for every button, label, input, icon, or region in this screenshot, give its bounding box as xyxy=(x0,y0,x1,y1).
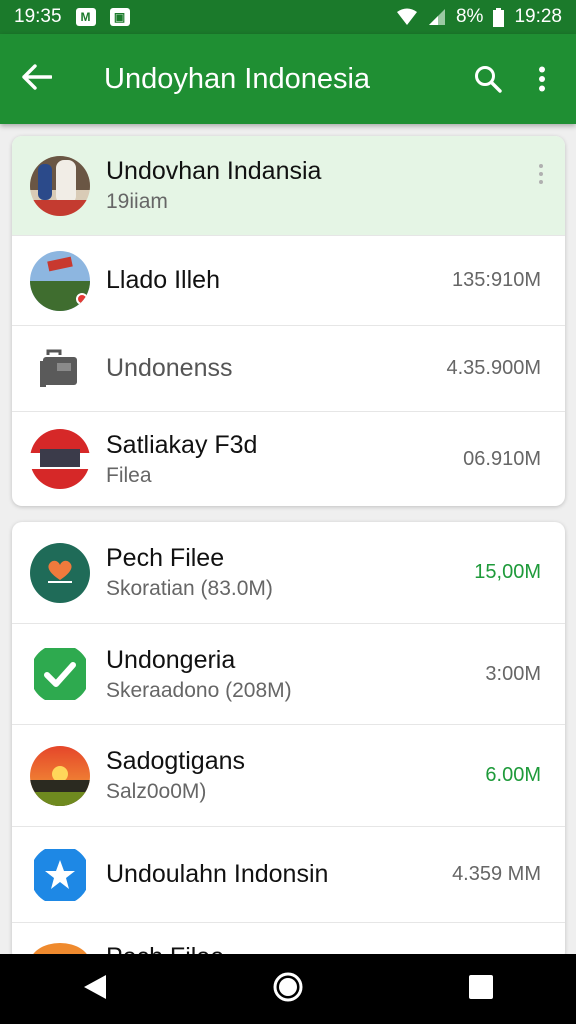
signal-icon xyxy=(428,9,445,25)
battery-icon xyxy=(493,7,505,27)
status-time-right: 19:28 xyxy=(514,6,562,27)
heart-book-icon xyxy=(30,542,90,603)
nav-back-icon[interactable] xyxy=(82,973,108,1006)
search-icon[interactable] xyxy=(468,65,508,93)
list-item[interactable]: Sadogtigans Salz0o0M) 6.00M xyxy=(12,725,565,827)
download-card-top: Undovhan Indansia 19iiam Llado Illeh 135… xyxy=(12,136,565,506)
app-bar: Undoyhan Indonesia xyxy=(0,34,576,124)
list-item[interactable]: Undonenss 4.35.900M xyxy=(12,326,565,412)
item-name: Llado Illeh xyxy=(106,266,220,294)
item-subtitle: 19iiam xyxy=(106,190,168,213)
item-size: 6.00M xyxy=(485,764,541,786)
item-size: 15,00M xyxy=(474,561,541,583)
status-time-left: 19:35 xyxy=(14,6,62,27)
list-item[interactable]: Undongeria Skeraadono (208M) 3:00M xyxy=(12,624,565,725)
item-name: Undovhan Indansia xyxy=(106,157,322,185)
item-size: 4.359 MM xyxy=(452,863,541,885)
list-item[interactable]: Undovhan Indansia 19iiam xyxy=(12,136,565,236)
item-name: Pech Filee xyxy=(106,544,225,572)
thumbnail-landscape xyxy=(30,250,90,311)
item-size: 135:910M xyxy=(452,269,541,291)
page-title: Undoyhan Indonesia xyxy=(104,62,371,95)
item-size: 4.35.900M xyxy=(446,357,541,379)
thumbnail-group-photo xyxy=(30,155,90,216)
list-item[interactable]: Satliakay F3d Filea 06.910M xyxy=(12,412,565,506)
battery-percent: 8% xyxy=(455,6,484,27)
more-options-icon[interactable] xyxy=(522,66,562,92)
list-item[interactable]: Llado Illeh 135:910M xyxy=(12,236,565,326)
list-item[interactable]: Pech Filee Skoratian (83.0M) 15,00M xyxy=(12,522,565,624)
item-name: Undongeria xyxy=(106,645,236,674)
item-name: Undonenss xyxy=(106,354,233,382)
download-card-bottom: Pech Filee Skoratian (83.0M) 15,00M Undo… xyxy=(12,522,565,962)
item-subtitle: Skoratian (83.0M) xyxy=(106,577,273,600)
navigation-bar xyxy=(0,954,576,1024)
nav-home-icon[interactable] xyxy=(272,971,304,1008)
wifi-icon xyxy=(396,8,417,25)
item-menu-icon[interactable] xyxy=(539,164,543,184)
folder-icon xyxy=(30,339,90,399)
back-arrow-icon[interactable] xyxy=(22,63,62,95)
item-name: Satliakay F3d xyxy=(106,430,258,459)
item-subtitle: Filea xyxy=(106,463,152,487)
check-icon xyxy=(30,644,90,704)
status-bar: 19:35 M ▣ 8% 19:28 xyxy=(0,0,576,34)
nav-recents-icon[interactable] xyxy=(468,974,494,1005)
item-size: 06.910M xyxy=(463,447,541,470)
gmail-notification-icon: M xyxy=(75,8,96,26)
item-subtitle: Salz0o0M) xyxy=(106,780,207,803)
star-icon xyxy=(30,845,90,905)
item-name: Undoulahn Indonsin xyxy=(106,860,329,888)
app-notification-icon: ▣ xyxy=(109,8,130,26)
item-size: 3:00M xyxy=(485,662,541,685)
item-subtitle: Skeraadono (208M) xyxy=(106,678,292,702)
item-name: Sadogtigans xyxy=(106,747,246,775)
thumbnail-sunset xyxy=(30,745,90,806)
thumbnail-flag-group xyxy=(30,429,90,489)
list-item[interactable]: Undoulahn Indonsin 4.359 MM xyxy=(12,827,565,923)
